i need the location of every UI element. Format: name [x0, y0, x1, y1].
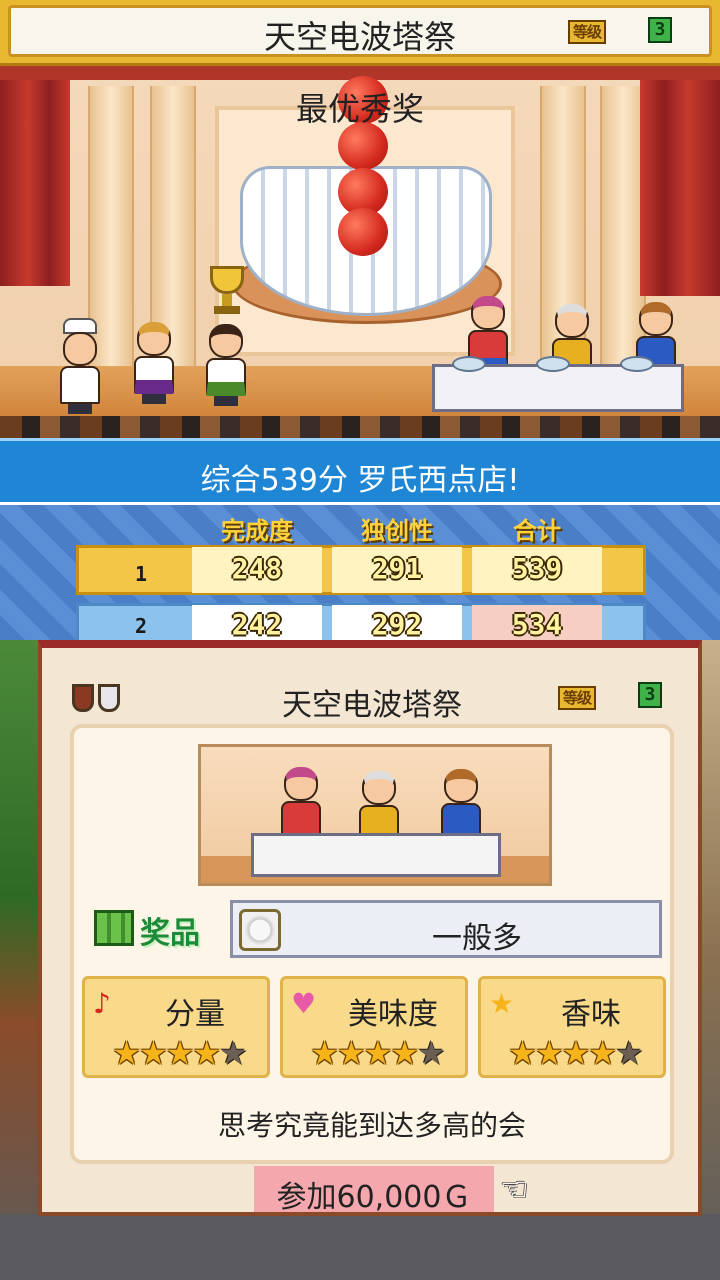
judges-preview-image — [198, 744, 552, 886]
plate — [620, 356, 654, 372]
rank-number: 2 — [134, 614, 148, 638]
star-empty-icon: ★ — [219, 1034, 248, 1072]
grade-value: 3 — [638, 682, 662, 708]
entry-fee-label: 参加60,000Ｇ — [276, 1180, 472, 1215]
star-empty-icon: ★ — [615, 1034, 644, 1072]
event-title-bar: 天空电波塔祭 等级 3 — [0, 0, 720, 66]
rating-label: 香味 — [561, 997, 621, 1032]
prize-label: 奖品 — [140, 916, 200, 951]
score-cell: 291 — [332, 547, 462, 593]
trophy-icon — [204, 266, 250, 314]
column-header-completion: 完成度 — [221, 517, 293, 545]
star-icon: ★ — [489, 987, 515, 1020]
grade-label: 等级 — [558, 686, 597, 710]
rating-label: 美味度 — [348, 997, 438, 1032]
rating-aroma: ★ 香味 ★★★★★ — [478, 976, 666, 1078]
gift-icon — [94, 910, 134, 946]
contest-info-panel: 天空电波塔祭 等级 3 奖品 一般多 ♪ 分量 ★★★★★ ♥ 美味度 ★★★★… — [38, 640, 702, 1216]
score-cell: 539 — [472, 547, 602, 593]
column-header-total: 合计 — [513, 517, 561, 545]
score-cell: 292 — [332, 605, 462, 645]
star-filled-icon: ★ — [336, 1034, 366, 1072]
score-cell: 242 — [192, 605, 322, 645]
score-message-band: 综合539分 罗氏西点店! — [0, 438, 720, 502]
plate — [536, 356, 570, 372]
prize-row: 奖品 一般多 — [94, 900, 664, 960]
score-message: 综合539分 罗氏西点店! — [200, 463, 520, 498]
rating-taste: ♥ 美味度 ★★★★★ — [280, 976, 468, 1078]
score-cell: 248 — [192, 547, 322, 593]
star-rating: ★★★★★ — [89, 1035, 269, 1071]
star-rating: ★★★★★ — [485, 1035, 665, 1071]
rank-number: 1 — [134, 562, 148, 586]
contest-title: 天空电波塔祭 — [282, 688, 462, 723]
star-filled-icon: ★ — [534, 1034, 564, 1072]
strawberry — [338, 208, 388, 256]
judges-table — [251, 833, 501, 877]
plate — [452, 356, 486, 372]
prize-value: 一般多 — [432, 921, 522, 956]
coin-icon — [239, 909, 281, 951]
contestant-character — [132, 322, 176, 404]
column-header-originality: 独创性 — [361, 517, 433, 545]
star-rating: ★★★★★ — [287, 1035, 467, 1071]
star-filled-icon: ★ — [363, 1034, 393, 1072]
judge-character — [439, 769, 483, 841]
grade-label: 等级 — [568, 20, 607, 44]
contest-description: 思考究竟能到达多高的会 — [217, 1109, 526, 1142]
star-filled-icon: ★ — [390, 1034, 419, 1072]
star-filled-icon: ★ — [138, 1034, 168, 1072]
star-filled-icon: ★ — [508, 1034, 537, 1072]
grade-value: 3 — [648, 17, 672, 43]
contest-details-card: 奖品 一般多 ♪ 分量 ★★★★★ ♥ 美味度 ★★★★★ ★ 香味 ★★★★★… — [70, 724, 674, 1164]
judge-character — [279, 767, 323, 839]
event-title: 天空电波塔祭 — [263, 18, 456, 56]
score-cell: 534 — [472, 605, 602, 645]
star-filled-icon: ★ — [192, 1034, 221, 1072]
star-empty-icon: ★ — [417, 1034, 446, 1072]
contestant-character — [204, 324, 248, 406]
heart-icon: ♥ — [291, 987, 317, 1020]
star-filled-icon: ★ — [588, 1034, 617, 1072]
entry-fee-button[interactable]: 参加60,000Ｇ — [254, 1166, 494, 1215]
ground — [0, 1214, 720, 1280]
rating-quantity: ♪ 分量 ★★★★★ — [82, 976, 270, 1078]
star-filled-icon: ★ — [310, 1034, 339, 1072]
award-scene: 最优秀奖 — [0, 66, 720, 438]
prize-box: 一般多 — [230, 900, 662, 958]
music-note-icon: ♪ — [93, 987, 111, 1020]
rating-label: 分量 — [165, 997, 225, 1032]
audience-crowd — [0, 416, 720, 438]
pointing-hand-icon[interactable]: ☜ — [500, 1170, 529, 1208]
star-filled-icon: ★ — [561, 1034, 591, 1072]
chef-character — [58, 318, 102, 414]
award-title: 最优秀奖 — [295, 90, 424, 128]
star-filled-icon: ★ — [165, 1034, 195, 1072]
star-filled-icon: ★ — [112, 1034, 141, 1072]
score-table: 完成度 独创性 合计 1 248 291 539 2 242 292 534 — [0, 502, 720, 645]
